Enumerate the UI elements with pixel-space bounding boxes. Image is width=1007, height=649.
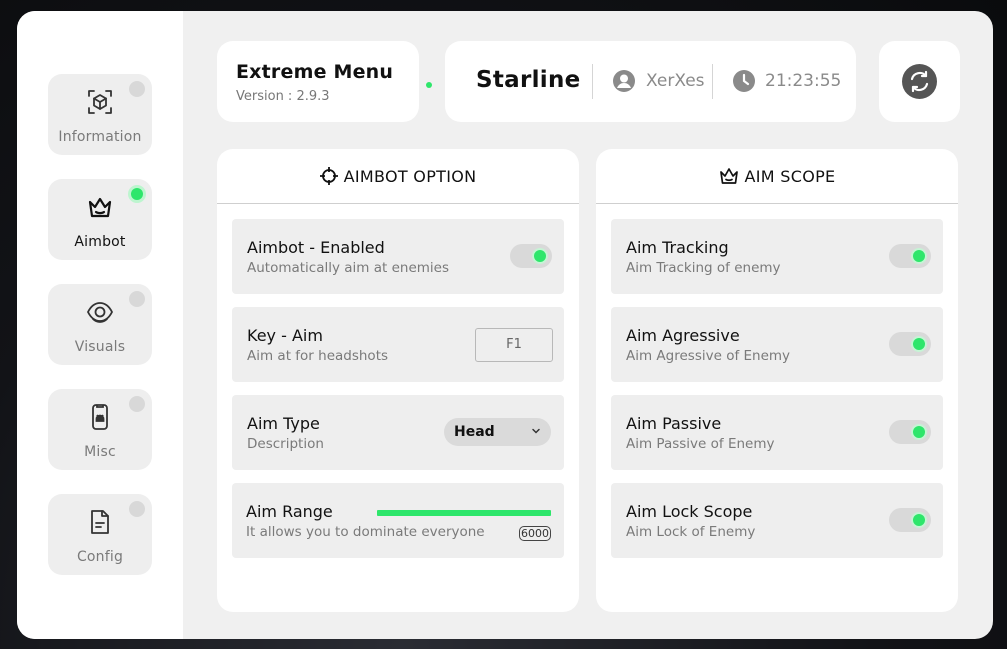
status-dot [129, 396, 145, 412]
refresh-icon [910, 70, 929, 93]
aimbot-option-panel: AIMBOT OPTION Aimbot - Enabled Automatic… [217, 149, 579, 612]
aim-lock-scope-toggle[interactable] [889, 508, 931, 532]
status-dot [129, 501, 145, 517]
status-dot [129, 81, 145, 97]
setting-description: It allows you to dominate everyone [246, 524, 485, 540]
crosshair-icon [319, 167, 338, 185]
sidebar-item-misc[interactable]: Misc [48, 389, 152, 470]
connection-status-dot [426, 82, 432, 88]
sidebar-item-information[interactable]: Information [48, 74, 152, 155]
crown-icon [719, 168, 738, 184]
aim-passive-toggle[interactable] [889, 420, 931, 444]
aim-scope-panel: AIM SCOPE Aim Tracking Aim Tracking of e… [596, 149, 958, 612]
setting-title: Aim Agressive [626, 326, 740, 345]
sidebar-item-visuals[interactable]: Visuals [48, 284, 152, 365]
panel-title: AIM SCOPE [744, 167, 836, 186]
setting-title: Aim Range [246, 502, 333, 521]
setting-row-key-aim: Key - Aim Aim at for headshots F1 [232, 307, 564, 382]
sidebar-item-label: Misc [84, 444, 116, 460]
setting-title: Aim Lock Scope [626, 502, 753, 521]
menu-window: Information Aimbot Visuals Misc Config E… [17, 11, 993, 639]
sidebar-item-label: Aimbot [74, 234, 126, 250]
sidebar-item-label: Information [58, 129, 142, 145]
aim-type-select[interactable]: Head [444, 418, 551, 446]
toggle-knob [913, 426, 925, 438]
document-icon [91, 510, 109, 534]
aim-range-slider[interactable] [377, 510, 551, 516]
aim-range-value: 6000 [519, 526, 551, 541]
brand-name: Starline [476, 67, 581, 93]
setting-title: Aimbot - Enabled [247, 238, 385, 257]
sidebar-item-label: Visuals [74, 339, 126, 355]
panel-header: AIM SCOPE [596, 149, 958, 204]
sidebar: Information Aimbot Visuals Misc Config [17, 11, 183, 639]
setting-title: Key - Aim [247, 326, 323, 345]
divider [712, 64, 713, 99]
setting-row-aim-type: Aim Type Description Head [232, 395, 564, 470]
setting-title: Aim Tracking [626, 238, 729, 257]
setting-row-aim-range: Aim Range It allows you to dominate ever… [232, 483, 564, 558]
app-name: Extreme Menu [236, 61, 394, 83]
setting-description: Aim Tracking of enemy [626, 260, 781, 276]
clock-time: 21:23:55 [765, 71, 842, 91]
setting-row-aim-tracking: Aim Tracking Aim Tracking of enemy [611, 219, 943, 294]
cube-scan-icon [88, 90, 112, 114]
aim-tracking-toggle[interactable] [889, 244, 931, 268]
select-value: Head [454, 424, 495, 440]
app-title-card: Extreme Menu Version : 2.9.3 [217, 41, 419, 122]
chevron-down-icon [532, 428, 540, 434]
setting-title: Aim Passive [626, 414, 722, 433]
refresh-card [879, 41, 960, 122]
setting-description: Aim Passive of Enemy [626, 436, 775, 452]
app-version: Version : 2.9.3 [236, 89, 330, 104]
user-icon [613, 70, 635, 92]
toggle-knob [913, 250, 925, 262]
sidebar-item-label: Config [76, 549, 124, 565]
toggle-knob [534, 250, 546, 262]
status-dot [129, 291, 145, 307]
refresh-button[interactable] [902, 64, 937, 99]
setting-description: Aim Agressive of Enemy [626, 348, 791, 364]
slider-fill [377, 510, 551, 516]
eye-icon [86, 302, 114, 323]
android-phone-icon [92, 404, 108, 430]
panel-header: AIMBOT OPTION [217, 149, 579, 204]
setting-row-aim-passive: Aim Passive Aim Passive of Enemy [611, 395, 943, 470]
panel-title: AIMBOT OPTION [343, 167, 477, 186]
sidebar-item-config[interactable]: Config [48, 494, 152, 575]
setting-row-aim-agressive: Aim Agressive Aim Agressive of Enemy [611, 307, 943, 382]
aim-agressive-toggle[interactable] [889, 332, 931, 356]
aimbot-enabled-toggle[interactable] [510, 244, 552, 268]
clock-icon [733, 70, 755, 92]
setting-row-aim-lock-scope: Aim Lock Scope Aim Lock of Enemy [611, 483, 943, 558]
toggle-knob [913, 514, 925, 526]
setting-description: Description [247, 436, 324, 452]
toggle-knob [913, 338, 925, 350]
setting-description: Aim at for headshots [247, 348, 389, 364]
username: XerXes [646, 71, 705, 91]
info-card: Starline XerXes 21:23:55 [445, 41, 856, 122]
crown-icon [88, 197, 112, 218]
divider [592, 64, 593, 99]
key-aim-input[interactable]: F1 [475, 328, 553, 362]
setting-description: Aim Lock of Enemy [626, 524, 756, 540]
setting-description: Automatically aim at enemies [247, 260, 450, 276]
status-dot-active [131, 188, 143, 200]
setting-title: Aim Type [247, 414, 320, 433]
sidebar-item-aimbot[interactable]: Aimbot [48, 179, 152, 260]
setting-row-aimbot-enabled: Aimbot - Enabled Automatically aim at en… [232, 219, 564, 294]
